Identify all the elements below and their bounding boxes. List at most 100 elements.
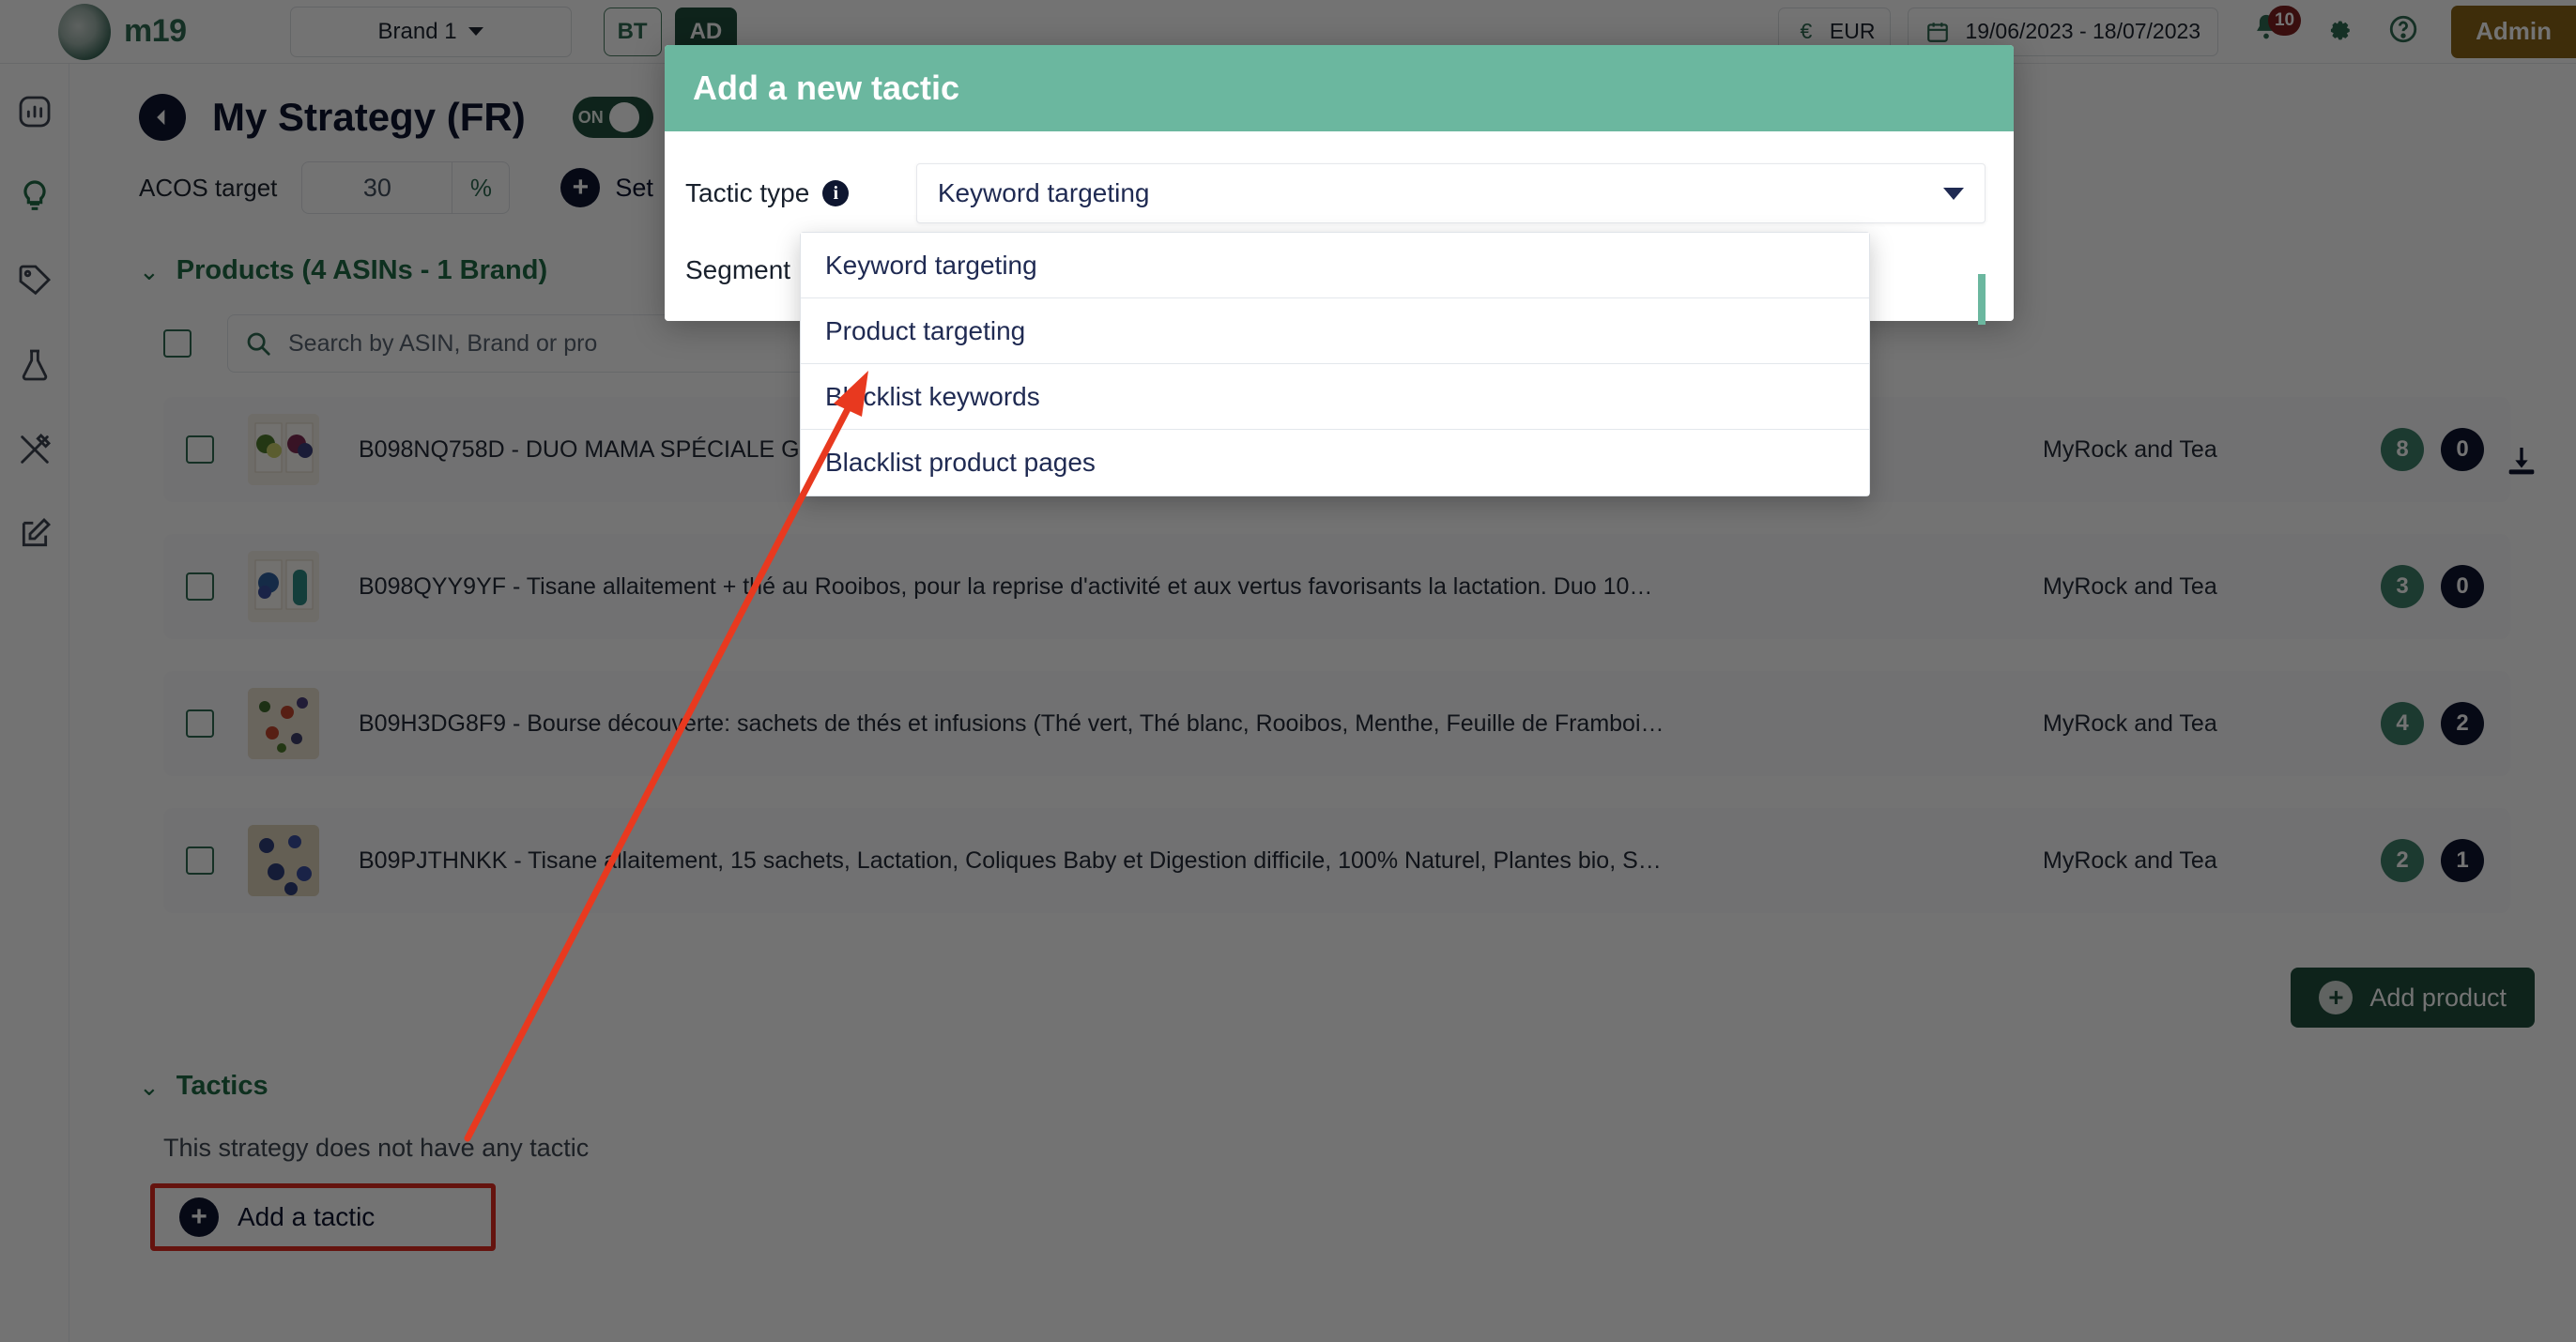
date-range-label: 19/06/2023 - 18/07/2023 [1965, 19, 2201, 43]
page-title: My Strategy (FR) [212, 95, 526, 139]
modal-header: Add a new tactic [665, 45, 2014, 131]
help-button[interactable] [2387, 13, 2419, 50]
sidebar-item-tags[interactable] [13, 259, 56, 302]
sidebar-item-analytics[interactable] [13, 90, 56, 133]
search-icon [228, 329, 288, 358]
help-circle-icon [2389, 15, 2417, 43]
row-checkbox[interactable] [186, 709, 214, 738]
table-row[interactable]: B098QYY9YF - Tisane allaitement + thé au… [163, 534, 2510, 639]
brand-selector-label: Brand 1 [377, 18, 457, 44]
product-search-input[interactable]: Search by ASIN, Brand or pro [288, 330, 597, 358]
chevron-down-icon: ⌄ [139, 256, 160, 285]
edit-icon [22, 517, 51, 547]
chevron-down-icon [468, 27, 483, 36]
strategy-enabled-toggle[interactable]: ON [572, 97, 653, 138]
currency-label: EUR [1829, 19, 1876, 43]
acos-target-label: ACOS target [139, 173, 278, 202]
product-thumbnail [248, 551, 319, 622]
acos-unit-label: % [452, 161, 511, 214]
analytics-icon [19, 96, 50, 128]
flask-icon [22, 349, 47, 381]
tactic-type-option[interactable]: Product targeting [801, 298, 1869, 364]
settings-button[interactable] [2322, 13, 2354, 50]
add-product-label: Add product [2369, 983, 2507, 1012]
product-brand: MyRock and Tea [2043, 435, 2217, 463]
toggle-knob [608, 102, 639, 132]
modal-accent-strip [1978, 274, 1986, 325]
tactic-type-label-wrap: Tactic type i [685, 163, 916, 208]
row-checkbox[interactable] [186, 572, 214, 601]
toolbar-outline-button[interactable]: BT [603, 7, 662, 56]
tactics-empty-message: This strategy does not have any tactic [163, 1134, 590, 1162]
calendar-icon [1925, 20, 1950, 44]
keyword-count-badge: 2 [2381, 839, 2424, 882]
sidebar-item-edit[interactable] [13, 512, 56, 556]
back-arrow-icon[interactable] [139, 94, 186, 141]
product-title: B09H3DG8F9 - Bourse découverte: sachets … [359, 709, 1664, 737]
product-thumbnail [248, 414, 319, 485]
tag-icon [19, 265, 51, 296]
logo-mark-icon [58, 3, 111, 60]
row-checkbox[interactable] [186, 846, 214, 875]
product-title: B098QYY9YF - Tisane allaitement + thé au… [359, 572, 1653, 600]
product-count-badge: 0 [2441, 428, 2484, 471]
keyword-count-badge: 3 [2381, 565, 2424, 608]
screen-root: m19 Brand 1 BT AD € EUR 19/06/2023 - 18/… [0, 0, 2576, 1342]
chevron-down-icon: ⌄ [139, 1072, 160, 1101]
notification-badge: 10 [2267, 5, 2302, 36]
info-icon[interactable]: i [822, 180, 850, 206]
gear-icon [2331, 21, 2350, 40]
acos-target-input[interactable]: 30 [301, 161, 452, 214]
product-brand: MyRock and Tea [2043, 709, 2217, 737]
tactic-type-selected-value: Keyword targeting [937, 178, 1150, 207]
sidebar-item-tools[interactable] [13, 428, 56, 471]
tactic-type-field: Tactic type i Keyword targeting [685, 163, 1986, 223]
tactic-type-option[interactable]: Blacklist product pages [801, 430, 1869, 496]
plus-icon: + [179, 1197, 219, 1237]
product-title: B09PJTHNKK - Tisane allaitement, 15 sach… [359, 846, 1662, 874]
add-tactic-label: Add a tactic [238, 1202, 376, 1231]
keyword-count-badge: 4 [2381, 702, 2424, 745]
set-button[interactable]: + Set [560, 168, 653, 207]
plus-icon: + [2319, 981, 2354, 1014]
select-all-checkbox[interactable] [163, 329, 192, 358]
notifications-button[interactable]: 10 [2250, 5, 2302, 53]
product-count-badge: 1 [2441, 839, 2484, 882]
add-product-button[interactable]: + Add product [2291, 968, 2535, 1028]
download-icon[interactable] [2503, 443, 2540, 485]
keyword-count-badge: 8 [2381, 428, 2424, 471]
plus-icon: + [560, 168, 601, 207]
product-thumbnail [248, 825, 319, 896]
modal-title: Add a new tactic [693, 69, 960, 107]
caret-down-icon [1943, 187, 1964, 200]
product-brand: MyRock and Tea [2043, 846, 2217, 874]
add-product-row: + Add product [69, 945, 2576, 1028]
app-logo[interactable]: m19 [58, 3, 187, 60]
tactics-section-header[interactable]: ⌄ Tactics [69, 1028, 2576, 1102]
table-row[interactable]: B09H3DG8F9 - Bourse découverte: sachets … [163, 671, 2510, 776]
table-row[interactable]: B09PJTHNKK - Tisane allaitement, 15 sach… [163, 808, 2510, 913]
sidebar-item-strategies[interactable] [13, 175, 56, 218]
products-section-title: Products (4 ASINs - 1 Brand) [176, 255, 548, 285]
row-checkbox[interactable] [186, 435, 214, 464]
tools-icon [20, 433, 51, 464]
logo-text: m19 [124, 13, 187, 49]
toggle-state-label: ON [577, 107, 604, 127]
left-navigation-rail [0, 64, 69, 1342]
admin-button[interactable]: Admin [2451, 5, 2576, 58]
set-button-label: Set [615, 173, 653, 202]
brand-selector[interactable]: Brand 1 [289, 6, 572, 57]
product-count-badge: 0 [2441, 565, 2484, 608]
product-thumbnail [248, 688, 319, 759]
add-tactic-button[interactable]: + Add a tactic [150, 1183, 496, 1251]
sidebar-item-experiments[interactable] [13, 343, 56, 387]
product-count-badge: 2 [2441, 702, 2484, 745]
currency-symbol-icon: € [1800, 19, 1813, 43]
tactic-type-label: Tactic type [685, 178, 810, 207]
tactic-type-select[interactable]: Keyword targeting [915, 163, 1986, 223]
lightbulb-icon [23, 180, 46, 210]
tactic-type-options-list: Keyword targeting Product targeting Blac… [800, 232, 1870, 496]
tactic-type-option[interactable]: Keyword targeting [801, 233, 1869, 298]
product-brand: MyRock and Tea [2043, 572, 2217, 600]
tactic-type-option[interactable]: Blacklist keywords [801, 364, 1869, 430]
